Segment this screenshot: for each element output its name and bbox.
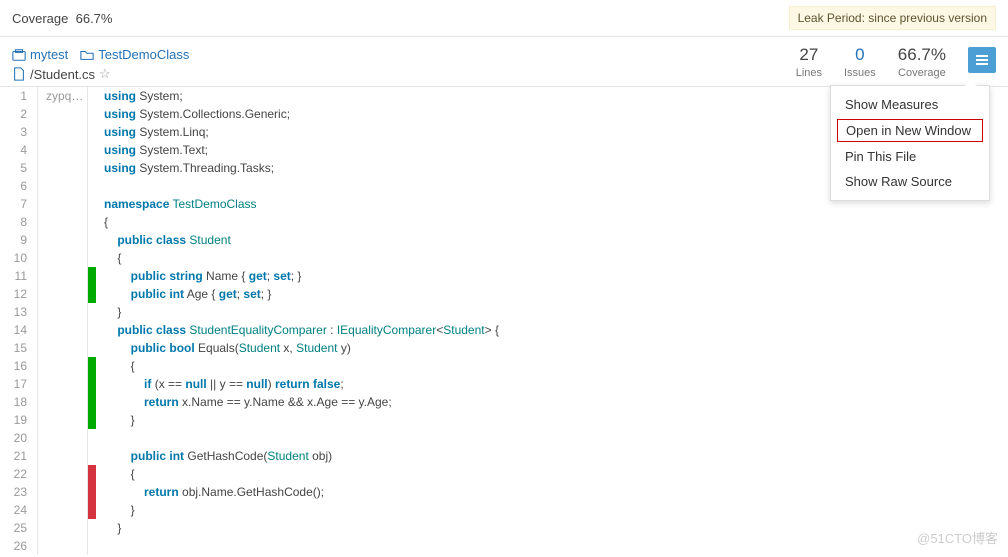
coverage-bar: Coverage 66.7% Leak Period: since previo… bbox=[0, 0, 1008, 37]
line-number[interactable]: 5 bbox=[0, 159, 27, 177]
folder-icon bbox=[80, 48, 94, 62]
code-line[interactable]: public class StudentEqualityComparer : I… bbox=[104, 321, 1008, 339]
file-icon bbox=[12, 67, 26, 81]
coverage-none bbox=[88, 321, 96, 339]
coverage-none bbox=[88, 231, 96, 249]
coverage-none bbox=[88, 519, 96, 537]
coverage-none bbox=[88, 105, 96, 123]
coverage-none bbox=[88, 141, 96, 159]
code-line[interactable]: } bbox=[104, 519, 1008, 537]
line-number[interactable]: 16 bbox=[0, 357, 27, 375]
actions-dropdown: Show Measures Open in New Window Pin Thi… bbox=[830, 85, 990, 201]
line-number[interactable]: 3 bbox=[0, 123, 27, 141]
project-icon bbox=[12, 48, 26, 62]
coverage-none bbox=[88, 303, 96, 321]
menu-show-measures[interactable]: Show Measures bbox=[831, 92, 989, 117]
code-line[interactable]: { bbox=[104, 213, 1008, 231]
code-line[interactable] bbox=[104, 537, 1008, 555]
line-number[interactable]: 19 bbox=[0, 411, 27, 429]
line-number[interactable]: 20 bbox=[0, 429, 27, 447]
code-line[interactable]: } bbox=[104, 303, 1008, 321]
line-number[interactable]: 25 bbox=[0, 519, 27, 537]
code-line[interactable]: } bbox=[104, 411, 1008, 429]
line-number[interactable]: 8 bbox=[0, 213, 27, 231]
coverage-red bbox=[88, 483, 96, 501]
code-line[interactable]: public bool Equals(Student x, Student y) bbox=[104, 339, 1008, 357]
list-icon bbox=[974, 52, 990, 68]
menu-pin-file[interactable]: Pin This File bbox=[831, 144, 989, 169]
coverage-none bbox=[88, 213, 96, 231]
coverage-none bbox=[88, 87, 96, 105]
code-line[interactable] bbox=[104, 429, 1008, 447]
coverage-none bbox=[88, 177, 96, 195]
coverage-none bbox=[88, 429, 96, 447]
coverage-green bbox=[88, 411, 96, 429]
coverage-green bbox=[88, 285, 96, 303]
breadcrumb-package[interactable]: TestDemoClass bbox=[80, 47, 189, 62]
scm-author[interactable]: zypq… bbox=[46, 87, 87, 105]
file-header: mytest TestDemoClass /Student.cs ☆ 27 Li… bbox=[0, 37, 1008, 87]
breadcrumb-file: /Student.cs ☆ bbox=[12, 66, 111, 82]
line-number[interactable]: 18 bbox=[0, 393, 27, 411]
scm-column: zypq… bbox=[38, 87, 88, 555]
line-number[interactable]: 13 bbox=[0, 303, 27, 321]
coverage-none bbox=[88, 159, 96, 177]
coverage-value: 66.7% bbox=[76, 11, 113, 26]
code-line[interactable]: { bbox=[104, 357, 1008, 375]
watermark: @51CTO博客 bbox=[917, 528, 998, 547]
favorite-icon[interactable]: ☆ bbox=[99, 66, 111, 82]
line-number[interactable]: 23 bbox=[0, 483, 27, 501]
line-number[interactable]: 21 bbox=[0, 447, 27, 465]
line-number[interactable]: 10 bbox=[0, 249, 27, 267]
line-number[interactable]: 4 bbox=[0, 141, 27, 159]
code-line[interactable]: } bbox=[104, 501, 1008, 519]
coverage-label: Coverage bbox=[12, 11, 68, 26]
more-actions-button[interactable] bbox=[968, 47, 996, 73]
stat-coverage: 66.7% Coverage bbox=[898, 45, 946, 79]
breadcrumb: mytest TestDemoClass /Student.cs ☆ bbox=[12, 45, 189, 86]
line-number[interactable]: 22 bbox=[0, 465, 27, 483]
coverage-none bbox=[88, 447, 96, 465]
code-line[interactable]: public string Name { get; set; } bbox=[104, 267, 1008, 285]
stat-issues[interactable]: 0 Issues bbox=[844, 45, 876, 79]
line-number[interactable]: 2 bbox=[0, 105, 27, 123]
coverage-green bbox=[88, 393, 96, 411]
line-number[interactable]: 12 bbox=[0, 285, 27, 303]
menu-raw-source[interactable]: Show Raw Source bbox=[831, 169, 989, 194]
coverage-red bbox=[88, 501, 96, 519]
code-line[interactable]: if (x == null || y == null) return false… bbox=[104, 375, 1008, 393]
coverage-green bbox=[88, 267, 96, 285]
coverage-green bbox=[88, 357, 96, 375]
coverage-green bbox=[88, 375, 96, 393]
stat-lines: 27 Lines bbox=[796, 45, 822, 79]
coverage-none bbox=[88, 249, 96, 267]
code-line[interactable]: return obj.Name.GetHashCode(); bbox=[104, 483, 1008, 501]
coverage-column bbox=[88, 87, 96, 555]
line-number[interactable]: 17 bbox=[0, 375, 27, 393]
line-number[interactable]: 24 bbox=[0, 501, 27, 519]
line-number[interactable]: 14 bbox=[0, 321, 27, 339]
coverage-none bbox=[88, 123, 96, 141]
code-line[interactable]: public int GetHashCode(Student obj) bbox=[104, 447, 1008, 465]
code-line[interactable]: { bbox=[104, 249, 1008, 267]
line-number[interactable]: 7 bbox=[0, 195, 27, 213]
code-line[interactable]: public class Student bbox=[104, 231, 1008, 249]
menu-open-new-window[interactable]: Open in New Window bbox=[837, 119, 983, 142]
line-number[interactable]: 11 bbox=[0, 267, 27, 285]
line-number[interactable]: 6 bbox=[0, 177, 27, 195]
line-number[interactable]: 1 bbox=[0, 87, 27, 105]
code-line[interactable]: public int Age { get; set; } bbox=[104, 285, 1008, 303]
leak-period-badge: Leak Period: since previous version bbox=[789, 6, 996, 30]
line-number[interactable]: 15 bbox=[0, 339, 27, 357]
coverage-none bbox=[88, 537, 96, 555]
coverage-red bbox=[88, 465, 96, 483]
line-number[interactable]: 9 bbox=[0, 231, 27, 249]
coverage-none bbox=[88, 339, 96, 357]
code-line[interactable]: { bbox=[104, 465, 1008, 483]
line-number[interactable]: 26 bbox=[0, 537, 27, 555]
code-line[interactable]: return x.Name == y.Name && x.Age == y.Ag… bbox=[104, 393, 1008, 411]
line-number-gutter: 1234567891011121314151617181920212223242… bbox=[0, 87, 38, 555]
breadcrumb-project[interactable]: mytest bbox=[12, 47, 68, 62]
coverage-none bbox=[88, 195, 96, 213]
